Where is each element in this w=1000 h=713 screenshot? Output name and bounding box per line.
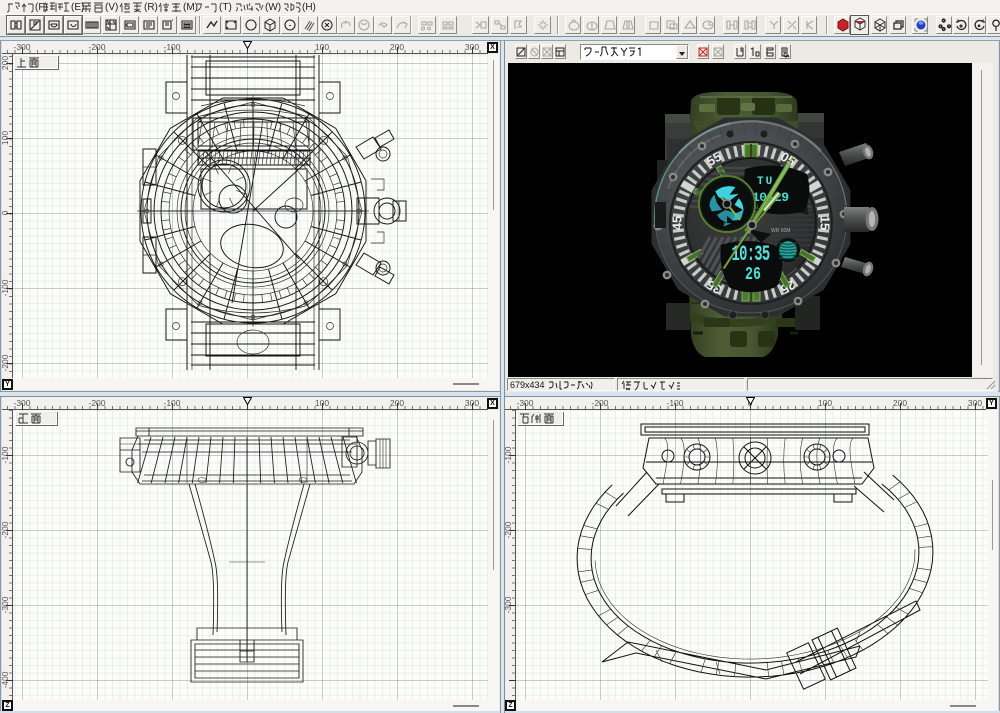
svg-text:45: 45 xyxy=(670,216,685,230)
svg-text:26: 26 xyxy=(745,264,761,285)
svg-text:15: 15 xyxy=(818,216,833,230)
svg-text:TU: TU xyxy=(757,176,774,188)
svg-text:WR 50M: WR 50M xyxy=(771,228,790,234)
